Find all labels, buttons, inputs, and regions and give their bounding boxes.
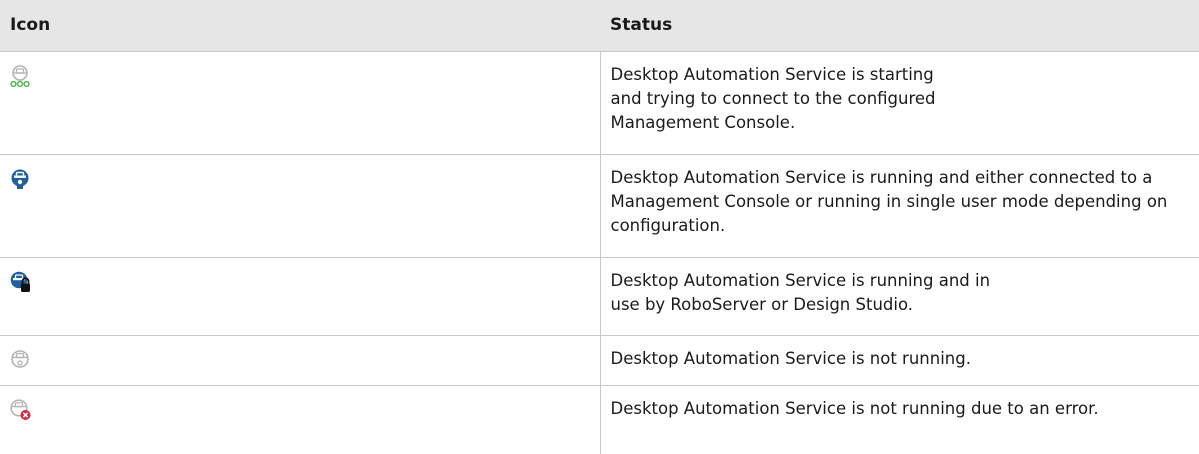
status-icon-table: Icon Status Desktop Automation Service i… — [0, 0, 1199, 454]
robot-in-use-lock-icon — [10, 271, 32, 293]
robot-starting-icon — [10, 64, 32, 87]
status-text: Desktop Automation Service is starting a… — [610, 64, 936, 132]
icon-cell — [0, 51, 601, 155]
icon-cell — [0, 154, 601, 258]
table-row: Desktop Automation Service is running an… — [0, 154, 1199, 258]
icon-cell — [0, 335, 601, 386]
status-text: Desktop Automation Service is running an… — [610, 270, 991, 314]
status-column-header: Status — [600, 0, 1199, 52]
table-row: Desktop Automation Service is starting a… — [0, 51, 1199, 155]
status-text: Desktop Automation Service is not runnin… — [610, 398, 1099, 418]
table-row: Desktop Automation Service is not runnin… — [0, 385, 1199, 454]
icon-cell — [0, 257, 601, 336]
status-cell: Desktop Automation Service is not runnin… — [600, 385, 1199, 454]
status-cell: Desktop Automation Service is not runnin… — [600, 335, 1199, 386]
status-text: Desktop Automation Service is not runnin… — [610, 348, 971, 368]
table-header-row: Icon Status — [0, 0, 1199, 52]
status-cell: Desktop Automation Service is starting a… — [600, 51, 1199, 155]
table-row: Desktop Automation Service is not runnin… — [0, 335, 1199, 386]
status-cell: Desktop Automation Service is running an… — [600, 257, 1199, 336]
robot-not-running-icon — [10, 349, 32, 371]
icon-cell — [0, 385, 601, 454]
status-text: Desktop Automation Service is running an… — [610, 167, 1168, 235]
table-row: Desktop Automation Service is running an… — [0, 257, 1199, 336]
icon-column-header: Icon — [0, 0, 600, 52]
robot-running-icon — [10, 168, 32, 190]
robot-error-icon — [10, 398, 32, 421]
status-cell: Desktop Automation Service is running an… — [600, 154, 1199, 258]
